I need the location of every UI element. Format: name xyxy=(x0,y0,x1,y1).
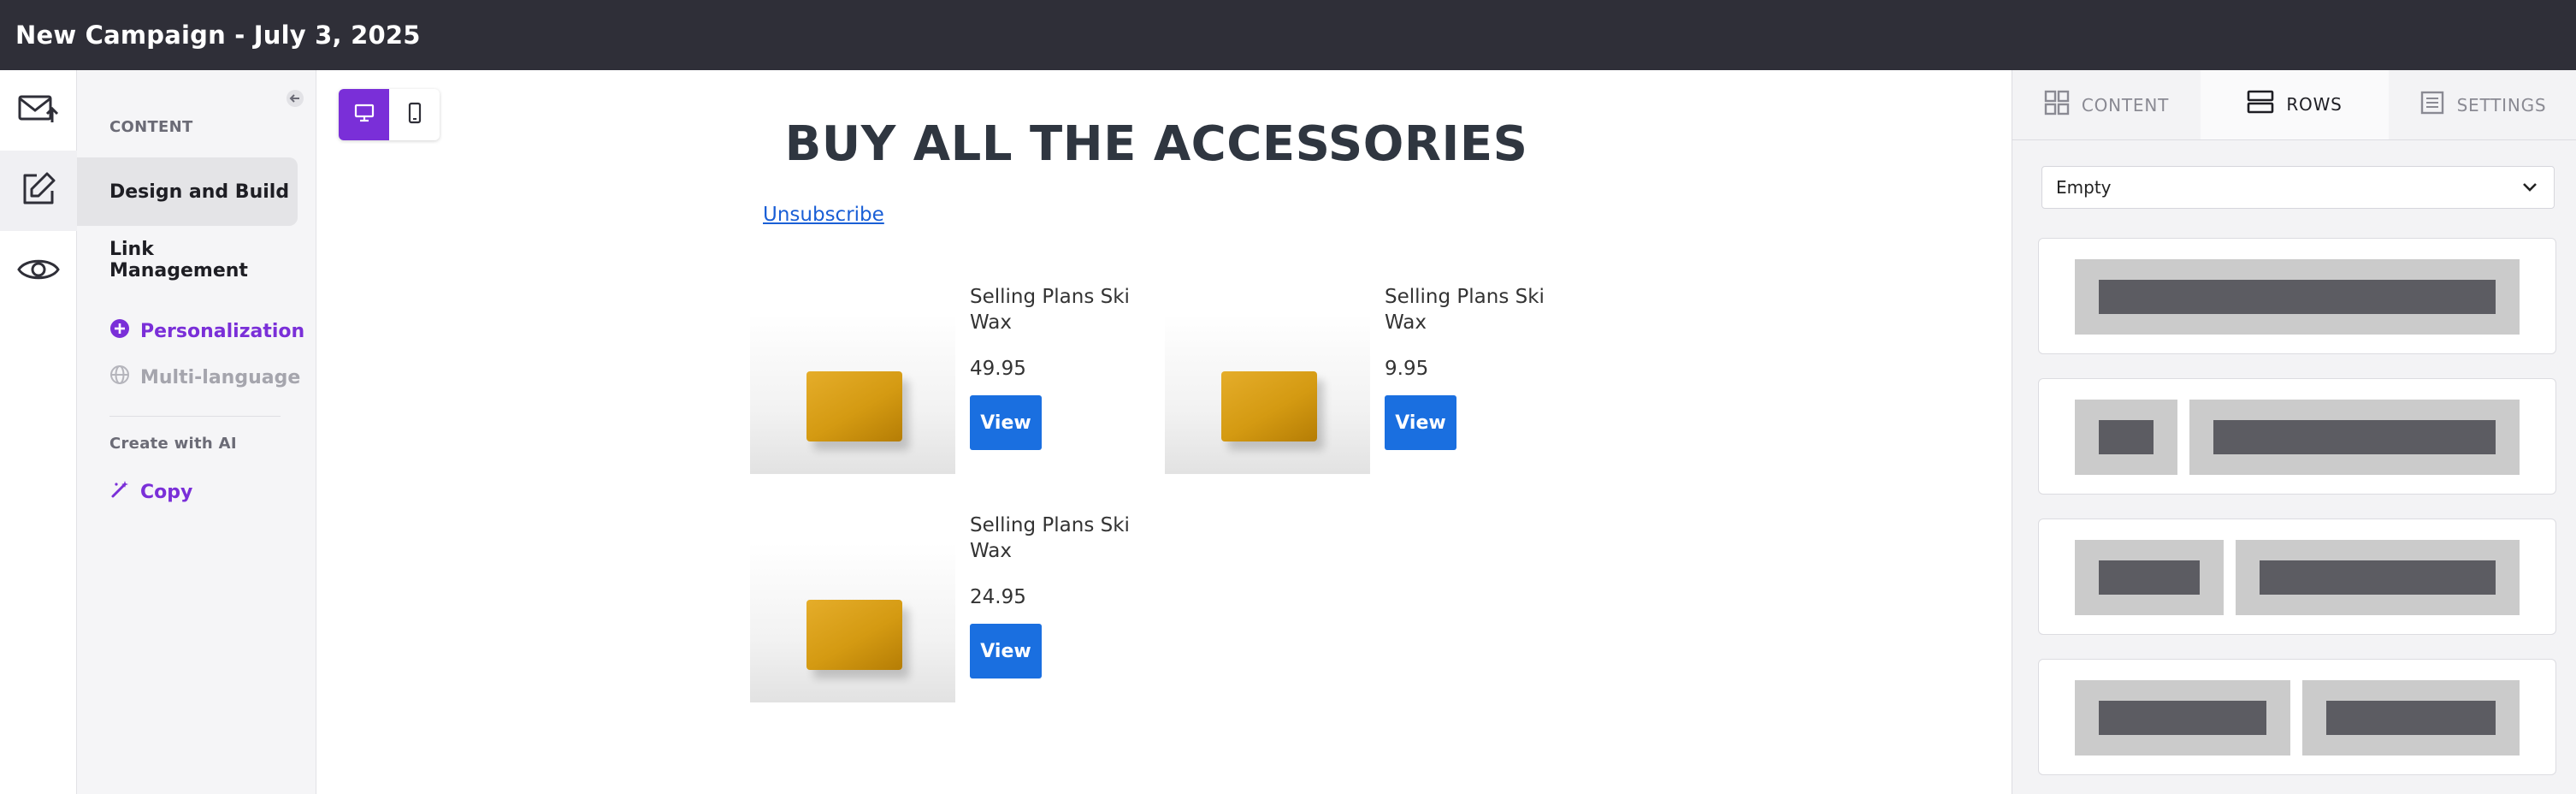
row-column xyxy=(2236,540,2520,615)
product-price: 9.95 xyxy=(1385,358,1429,380)
email-canvas: BUY ALL THE ACCESSORIES Unsubscribe Sell… xyxy=(316,70,2012,794)
column-block xyxy=(2213,420,2496,454)
icon-rail xyxy=(0,70,77,794)
personalization-label: Personalization xyxy=(140,320,305,342)
mobile-view-button[interactable] xyxy=(389,89,440,140)
magic-pen-icon xyxy=(109,479,130,505)
desktop-icon xyxy=(354,104,375,126)
sidebar-item-link-management[interactable]: Link Management xyxy=(77,226,298,294)
column-block xyxy=(2099,560,2200,595)
tab-settings[interactable]: SETTINGS xyxy=(2389,70,2576,139)
unsubscribe-link[interactable]: Unsubscribe xyxy=(763,204,884,226)
tab-rows[interactable]: ROWS xyxy=(2201,70,2389,139)
sidebar-item-design-and-build[interactable]: Design and Build xyxy=(77,157,298,226)
product-card[interactable]: Selling Plans Ski Wax 24.95 View xyxy=(750,495,1161,716)
desktop-view-button[interactable] xyxy=(339,89,389,140)
column-block xyxy=(2099,280,2496,314)
wax-bar-image xyxy=(1221,371,1317,441)
multi-language-label: Multi-language xyxy=(140,366,301,388)
create-with-ai-label: Create with AI xyxy=(109,435,237,453)
row-column xyxy=(2075,259,2520,335)
tab-content[interactable]: CONTENT xyxy=(2012,70,2201,139)
section-label-content: CONTENT xyxy=(109,118,193,136)
email-body: BUY ALL THE ACCESSORIES Unsubscribe Sell… xyxy=(750,70,1563,794)
multi-language-link[interactable]: Multi-language xyxy=(109,364,300,390)
divider xyxy=(109,416,281,417)
device-toggle xyxy=(339,89,440,140)
wax-bar-image xyxy=(806,371,902,441)
view-button[interactable]: View xyxy=(970,624,1042,678)
product-price: 49.95 xyxy=(970,358,1026,380)
row-layout-quarter-threequarter[interactable] xyxy=(2038,378,2556,495)
preview-icon xyxy=(17,255,60,287)
product-card[interactable]: Selling Plans Ski Wax 49.95 View xyxy=(750,267,1161,488)
copy-label: Copy xyxy=(140,481,193,503)
view-button[interactable]: View xyxy=(970,395,1042,450)
rail-send-button[interactable] xyxy=(0,70,77,151)
tab-label: ROWS xyxy=(2286,93,2343,115)
rows-icon xyxy=(2247,89,2274,119)
row-type-select[interactable]: Empty xyxy=(2041,166,2555,209)
product-image xyxy=(1165,315,1370,474)
settings-list-icon xyxy=(2419,90,2445,120)
row-column xyxy=(2075,540,2224,615)
view-button[interactable]: View xyxy=(1385,395,1456,450)
row-column xyxy=(2075,400,2177,475)
grid-icon xyxy=(2044,90,2070,120)
tab-label: SETTINGS xyxy=(2456,94,2547,116)
product-name: Selling Plans Ski Wax xyxy=(970,286,1130,334)
tab-label: CONTENT xyxy=(2081,94,2170,116)
plus-circle-icon xyxy=(109,318,130,344)
chevron-down-icon xyxy=(2521,177,2538,198)
sidebar-item-label: Design and Build xyxy=(109,181,290,203)
email-headline[interactable]: BUY ALL THE ACCESSORIES xyxy=(750,116,1563,172)
arrow-left-icon xyxy=(286,89,304,111)
collapse-sidebar-button[interactable] xyxy=(282,87,308,113)
rail-edit-button[interactable] xyxy=(0,151,77,231)
ai-copy-link[interactable]: Copy xyxy=(109,479,192,505)
column-block xyxy=(2326,701,2496,735)
product-name: Selling Plans Ski Wax xyxy=(1385,286,1545,334)
globe-icon xyxy=(109,364,130,390)
product-card[interactable]: Selling Plans Ski Wax 9.95 View xyxy=(1165,267,1575,488)
product-image xyxy=(750,543,955,702)
row-column xyxy=(2075,680,2290,755)
row-column xyxy=(2302,680,2520,755)
mobile-icon xyxy=(407,102,422,127)
edit-icon xyxy=(20,170,57,211)
rail-preview-button[interactable] xyxy=(0,231,77,311)
sidebar-item-label: Link Management xyxy=(109,239,248,281)
row-column xyxy=(2189,400,2520,475)
column-block xyxy=(2099,420,2154,454)
column-block xyxy=(2099,701,2266,735)
campaign-title: New Campaign - July 3, 2025 xyxy=(15,21,421,50)
panel-tabs: CONTENT ROWS SETTINGS xyxy=(2012,70,2576,140)
send-icon xyxy=(18,92,59,129)
column-block xyxy=(2260,560,2496,595)
wax-bar-image xyxy=(806,600,902,670)
product-price: 24.95 xyxy=(970,586,1026,608)
right-panel: CONTENT ROWS SETTINGS Empty xyxy=(2012,70,2576,794)
product-image xyxy=(750,315,955,474)
product-name: Selling Plans Ski Wax xyxy=(970,514,1130,562)
row-layout-half-half[interactable] xyxy=(2038,659,2556,775)
content-sidebar: CONTENT Design and Build Link Management… xyxy=(77,70,316,794)
row-layout-third-twothirds[interactable] xyxy=(2038,518,2556,635)
top-bar: New Campaign - July 3, 2025 xyxy=(0,0,2576,70)
row-layout-1-column[interactable] xyxy=(2038,238,2556,354)
personalization-link[interactable]: Personalization xyxy=(109,318,304,344)
select-value: Empty xyxy=(2056,177,2112,198)
